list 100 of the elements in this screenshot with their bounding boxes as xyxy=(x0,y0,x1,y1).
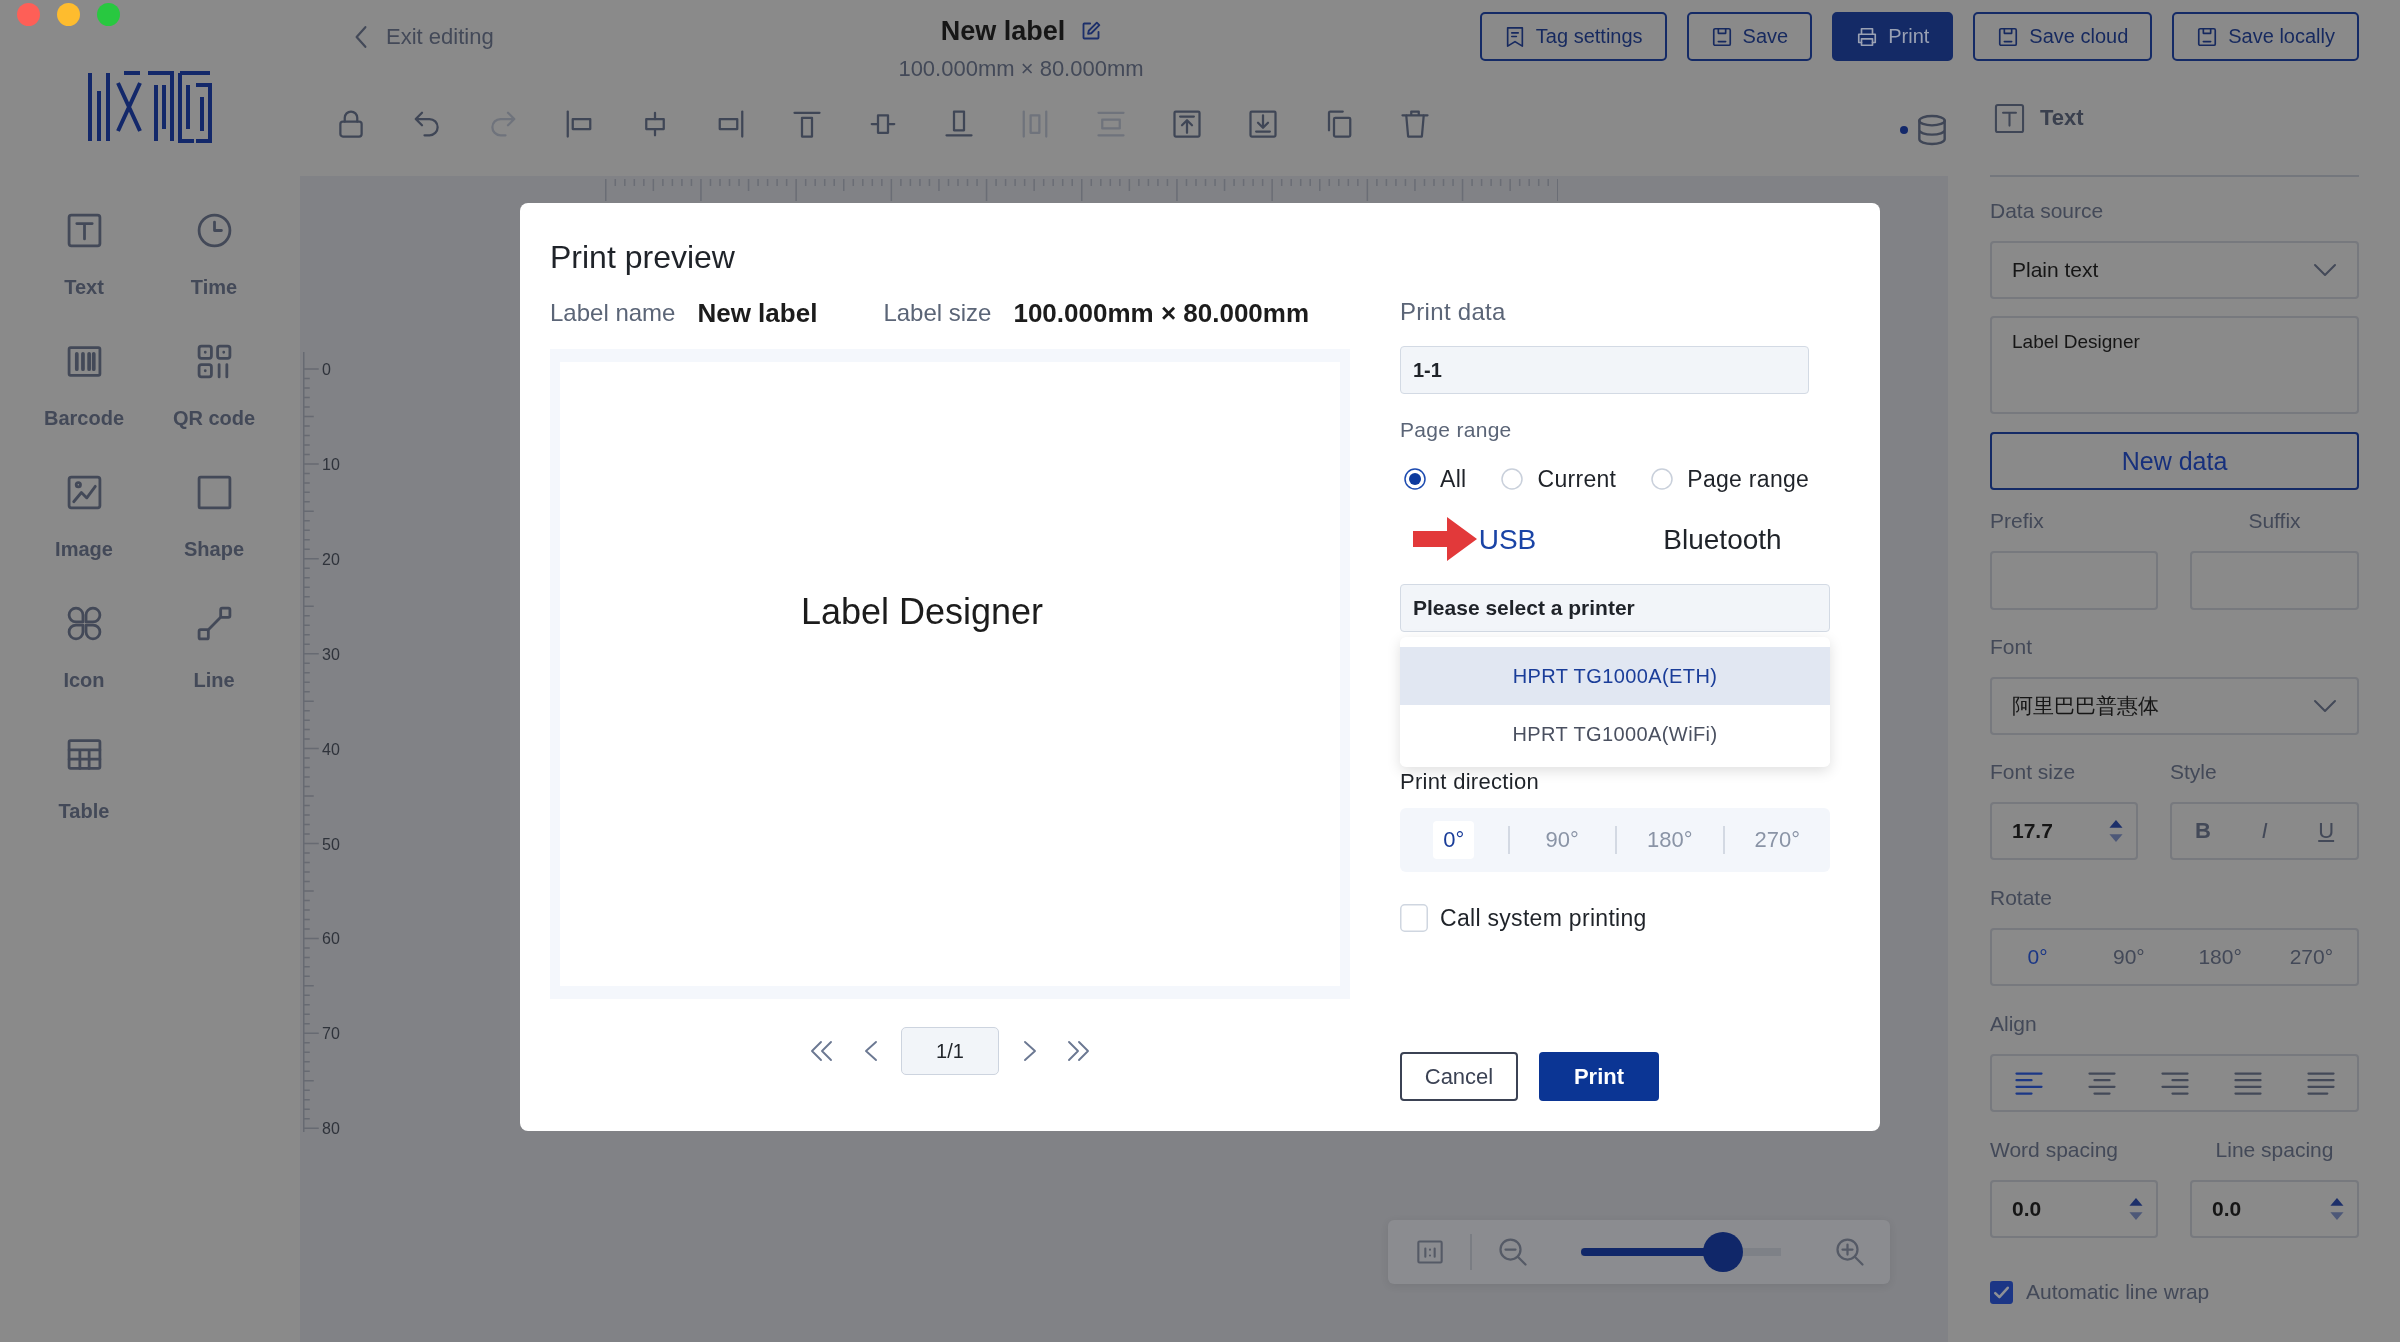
first-page-icon[interactable] xyxy=(810,1040,833,1062)
align-text-right-icon xyxy=(2159,1070,2190,1096)
sidebar-item[interactable]: Time xyxy=(149,196,279,299)
trash-icon[interactable] xyxy=(1400,109,1430,139)
lock-icon[interactable] xyxy=(336,109,366,139)
checkbox[interactable] xyxy=(1400,904,1428,932)
zoom-out-icon[interactable] xyxy=(1498,1237,1528,1267)
sidebar-item[interactable]: Shape xyxy=(149,458,279,561)
field-label: Font xyxy=(1990,635,2033,659)
rotate-option[interactable]: 90° xyxy=(2109,945,2149,969)
radio-button[interactable] xyxy=(1404,468,1426,490)
rotate-option[interactable]: 0° xyxy=(2023,945,2052,969)
align-left-icon[interactable] xyxy=(564,109,594,139)
barcode-icon xyxy=(65,343,103,380)
field-label: Prefix xyxy=(1990,509,2044,533)
rotate-option[interactable]: 270° xyxy=(2285,945,2338,969)
align-top-icon[interactable] xyxy=(792,109,822,139)
edit-icon[interactable] xyxy=(1081,21,1102,41)
align-right-icon[interactable] xyxy=(716,109,746,139)
font-size-field[interactable]: 17.7 xyxy=(1990,802,2138,860)
text-style-button[interactable]: I xyxy=(2257,818,2272,844)
radio-label: All xyxy=(1440,465,1467,493)
field-label: Rotate xyxy=(1990,886,2052,910)
maximize-button[interactable] xyxy=(97,3,120,26)
header-button[interactable]: Save xyxy=(1686,12,1813,61)
align-option[interactable] xyxy=(2159,1070,2190,1096)
word-spacing-field[interactable]: 0.0 xyxy=(1990,1180,2158,1238)
minimize-button[interactable] xyxy=(57,3,80,26)
header-button[interactable]: Save locally xyxy=(2172,12,2359,61)
square-icon xyxy=(195,474,233,511)
direction-option[interactable]: 0° xyxy=(1433,821,1475,859)
line-spacing-field[interactable]: 0.0 xyxy=(2190,1180,2359,1238)
ruler-label: 20 xyxy=(322,550,340,568)
data-source-select[interactable]: Plain text xyxy=(1990,241,2359,299)
sidebar-item[interactable]: Text xyxy=(19,196,149,299)
database-icon[interactable] xyxy=(1916,114,1948,146)
table-icon xyxy=(65,736,103,773)
spinner-arrows-icon[interactable] xyxy=(2128,1197,2144,1221)
sidebar-item[interactable]: QR code xyxy=(149,327,279,430)
text-icon xyxy=(1994,102,2025,134)
new-data-button[interactable]: New data xyxy=(1990,432,2359,490)
printer-option[interactable]: HPRT TG1000A(ETH) xyxy=(1400,647,1830,705)
save-icon xyxy=(2196,25,2219,48)
connection-tab[interactable]: USB xyxy=(1478,522,1537,558)
header-button[interactable]: Save cloud xyxy=(1973,12,2153,61)
info-label: Label name xyxy=(550,299,676,327)
align-option[interactable] xyxy=(2305,1070,2336,1096)
sidebar-item[interactable]: Icon xyxy=(19,589,149,692)
direction-option[interactable]: 270° xyxy=(1744,821,1810,859)
align-option[interactable] xyxy=(2086,1070,2117,1096)
text-style-button[interactable]: U xyxy=(2314,818,2339,844)
connection-tab[interactable]: Bluetooth xyxy=(1663,522,1782,558)
align-option[interactable] xyxy=(2013,1070,2044,1096)
printer-select[interactable]: Please select a printer xyxy=(1400,584,1830,632)
rotate-option[interactable]: 180° xyxy=(2194,945,2246,969)
spinner-arrows-icon[interactable] xyxy=(2108,819,2124,843)
zoom-in-icon[interactable] xyxy=(1835,1237,1865,1267)
dialog-button[interactable]: Cancel xyxy=(1400,1052,1518,1101)
next-page-icon[interactable] xyxy=(1023,1040,1038,1062)
ruler-label: 70 xyxy=(322,1025,340,1043)
chevron-down-icon xyxy=(2313,263,2337,277)
sidebar-item[interactable]: Image xyxy=(19,458,149,561)
header-button[interactable]: Tag settings xyxy=(1479,12,1667,61)
sidebar-item[interactable]: Line xyxy=(149,589,279,692)
align-bottom-icon[interactable] xyxy=(944,109,974,139)
field-label: Line spacing xyxy=(2215,1138,2334,1162)
arrow-up-box-icon[interactable] xyxy=(1172,109,1202,139)
printer-option[interactable]: HPRT TG1000A(WiFi) xyxy=(1400,705,1830,763)
status-dot-icon xyxy=(1900,126,1908,134)
save-icon xyxy=(1997,25,2020,48)
direction-option[interactable]: 90° xyxy=(1535,821,1589,859)
sidebar-item[interactable]: Barcode xyxy=(19,327,149,430)
slider-thumb[interactable] xyxy=(1703,1232,1743,1272)
chevron-left-icon xyxy=(354,25,368,49)
field-label: Style xyxy=(2170,760,2217,784)
pointer-arrow-icon xyxy=(1413,517,1477,561)
actual-size-icon[interactable] xyxy=(1416,1238,1444,1266)
font-select[interactable]: 阿里巴巴普惠体 xyxy=(1990,677,2359,735)
print-data-field[interactable]: 1-1 xyxy=(1400,346,1809,394)
ruler-label: 50 xyxy=(322,835,340,853)
page-number-field[interactable]: 1/1 xyxy=(901,1027,999,1075)
line-icon xyxy=(195,605,233,642)
text-style-button[interactable]: B xyxy=(2190,818,2215,844)
undo-icon[interactable] xyxy=(412,109,442,139)
checkbox-label: Automatic line wrap xyxy=(2026,1280,2210,1304)
align-option[interactable] xyxy=(2232,1070,2263,1096)
arrow-down-box-icon[interactable] xyxy=(1248,109,1278,139)
sidebar-item[interactable]: Table xyxy=(19,720,149,823)
previous-page-icon[interactable] xyxy=(863,1040,878,1062)
content-textarea[interactable]: Label Designer xyxy=(1990,316,2359,414)
direction-option[interactable]: 180° xyxy=(1637,821,1703,859)
spinner-arrows-icon[interactable] xyxy=(2329,1197,2345,1221)
exit-editing-link[interactable]: Exit editing xyxy=(354,23,494,51)
header-button[interactable]: Print xyxy=(1832,12,1954,61)
checkbox[interactable] xyxy=(1990,1280,2013,1304)
last-page-icon[interactable] xyxy=(1067,1040,1090,1062)
checkbox-label: Call system printing xyxy=(1440,904,1647,932)
dialog-button[interactable]: Print xyxy=(1539,1052,1659,1101)
radio-label: Current xyxy=(1537,465,1617,493)
field-label: Align xyxy=(1990,1012,2037,1036)
